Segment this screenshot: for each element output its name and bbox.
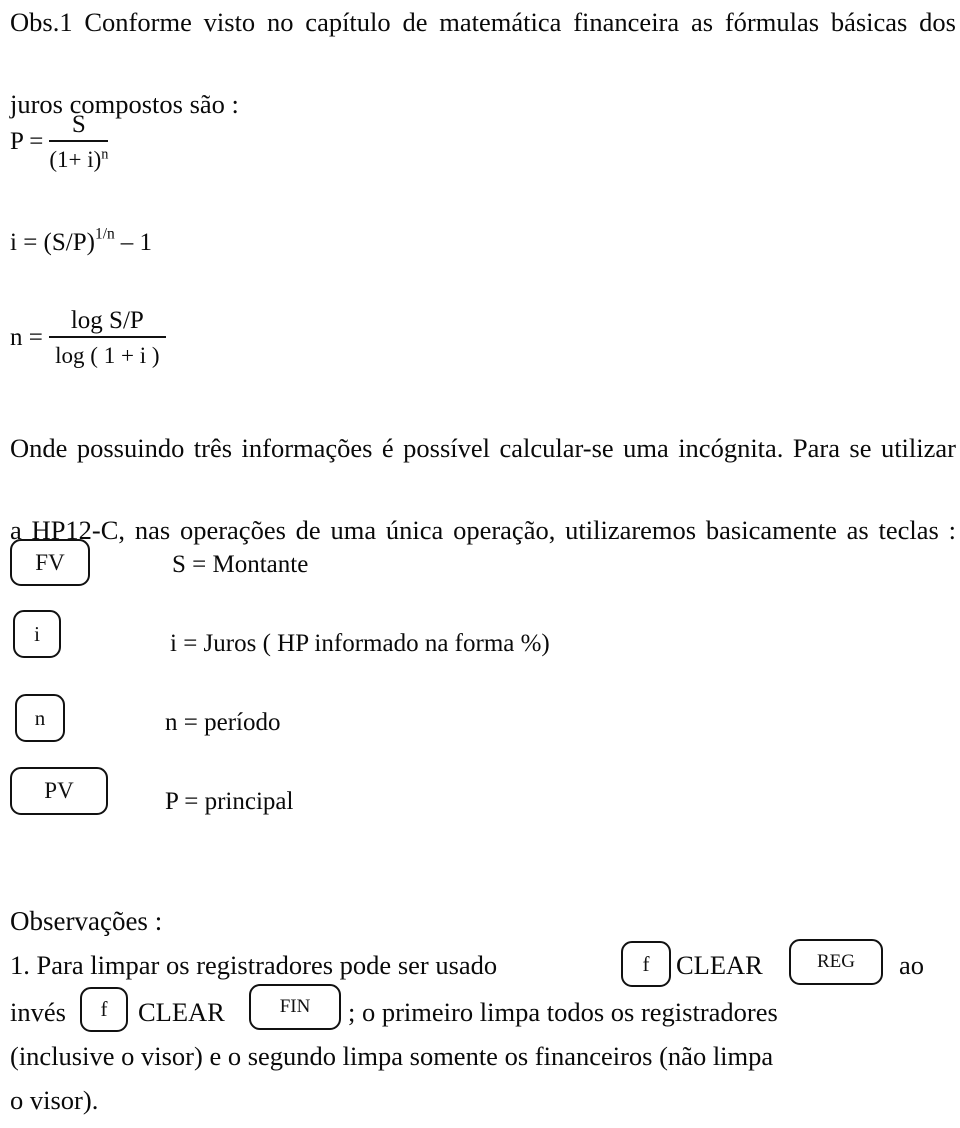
formula-present-value-denominator-exponent: n — [101, 146, 109, 163]
observation-clear-label-first: CLEAR — [676, 950, 763, 980]
intro-line-2: juros compostos são : — [10, 89, 239, 119]
document-page: Obs.1 Conforme visto no capítulo de mate… — [0, 0, 960, 1128]
observation-item-1-part-4: ; o primeiro limpa todos os registradore… — [348, 997, 778, 1027]
observations-title: Observações : — [10, 906, 163, 936]
observation-clear-label-second: CLEAR — [138, 997, 225, 1027]
intro-line-1: Obs.1 Conforme visto no capítulo de mate… — [10, 7, 956, 37]
legend-principal: P = principal — [165, 788, 294, 815]
calculator-key-n[interactable]: n — [15, 694, 65, 742]
observation-item-1-part-1: 1. Para limpar os registradores pode ser… — [10, 950, 498, 980]
observation-item-1-part-6: o visor). — [10, 1085, 99, 1115]
observation-item-1-part-3: invés — [10, 997, 66, 1027]
formula-periods-numerator: log S/P — [48, 308, 166, 338]
formula-periods-denominator: log ( 1 + i ) — [55, 343, 160, 368]
formula-interest-rate: i = (S/P)1/n – 1 — [10, 225, 153, 256]
mid-paragraph-line-2: a HP12-C, nas operações de uma única ope… — [10, 515, 956, 545]
formula-present-value-numerator: S — [49, 112, 109, 142]
formula-present-value-fraction: S (1+ i)n — [49, 112, 109, 171]
mid-paragraph: Onde possuindo três informações é possív… — [10, 428, 956, 592]
legend-periodo: n = período — [165, 709, 281, 736]
calculator-key-f-first[interactable]: f — [621, 941, 671, 987]
formula-periods: n = log S/P log ( 1 + i ) — [10, 308, 166, 367]
calculator-key-reg[interactable]: REG — [789, 939, 883, 985]
formula-interest-rate-prefix: i = (S/P) — [10, 228, 95, 256]
intro-paragraph: Obs.1 Conforme visto no capítulo de mate… — [10, 2, 956, 125]
calculator-key-pv[interactable]: PV — [10, 767, 108, 815]
formula-periods-lhs: n = — [10, 324, 43, 351]
legend-juros: i = Juros ( HP informado na forma %) — [170, 630, 550, 657]
formula-interest-rate-suffix: – 1 — [120, 228, 153, 256]
formula-periods-fraction: log S/P log ( 1 + i ) — [48, 308, 166, 368]
observation-item-1-part-2: ao — [899, 950, 925, 980]
formula-present-value-denominator-base: (1+ i) — [49, 147, 102, 172]
calculator-key-i[interactable]: i — [13, 610, 61, 658]
formula-interest-rate-exponent: 1/n — [94, 225, 115, 243]
legend-montante: S = Montante — [172, 551, 309, 578]
calculator-key-fin[interactable]: FIN — [249, 984, 341, 1030]
observation-item-1-part-5: (inclusive o visor) e o segundo limpa so… — [10, 1041, 774, 1071]
formula-present-value-lhs: P = — [10, 128, 44, 155]
mid-paragraph-line-1: Onde possuindo três informações é possív… — [10, 433, 956, 463]
formula-present-value-denominator: (1+ i)n — [49, 142, 108, 171]
calculator-key-fv[interactable]: FV — [10, 539, 90, 586]
formula-present-value: P = S (1+ i)n — [10, 112, 109, 171]
calculator-key-f-second[interactable]: f — [80, 987, 128, 1032]
